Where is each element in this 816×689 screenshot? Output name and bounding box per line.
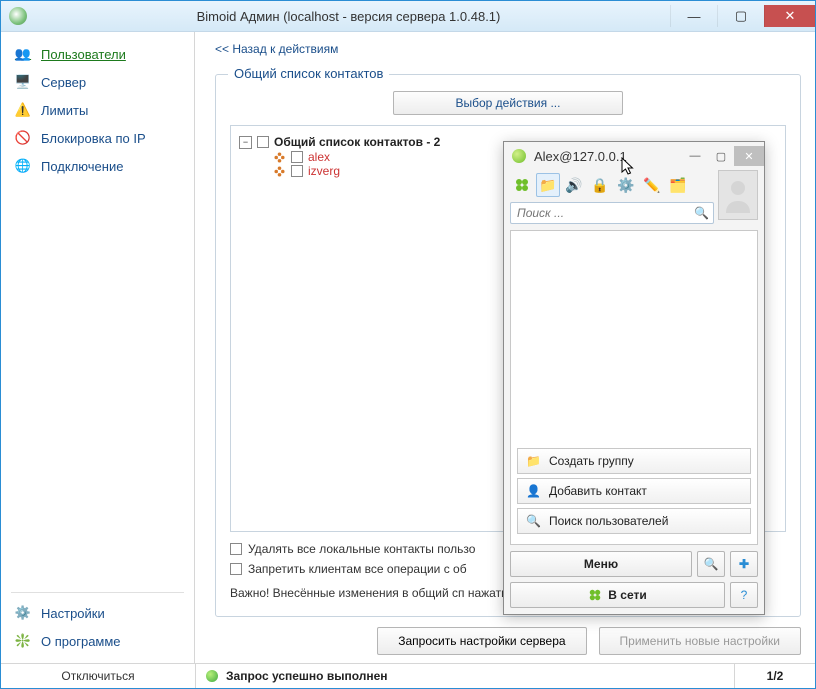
create-group-button[interactable]: 📁 Создать группу: [517, 448, 751, 474]
sidebar-divider: [11, 592, 184, 593]
disconnect-link[interactable]: Отключиться: [1, 664, 196, 688]
client-close-button[interactable]: ✕: [734, 146, 764, 166]
sidebar-main-group: 👥 Пользователи 🖥️ Сервер ⚠️ Лимиты 🚫 Бло…: [1, 40, 194, 586]
window-title: Bimoid Админ (localhost - версия сервера…: [27, 9, 670, 24]
client-bottom-bar: Меню 🔍 ✚ В сети ?: [504, 545, 764, 614]
statusbar: Отключиться Запрос успешно выполнен 1/2: [1, 663, 815, 688]
gear-icon: ⚙️: [15, 605, 31, 621]
tree-child-label: izverg: [308, 164, 340, 178]
apply-settings-button[interactable]: Применить новые настройки: [599, 627, 801, 655]
client-window: Alex@127.0.0.1 ― ▢ ✕ 📁 🔊 🔒 ⚙️ ✏️ 🗂️: [503, 141, 765, 615]
tree-child-label: alex: [308, 150, 330, 164]
titlebar[interactable]: Bimoid Админ (localhost - версия сервера…: [1, 1, 815, 32]
flower-icon: [273, 151, 286, 164]
contact-empty-space: [511, 231, 757, 442]
client-search-box[interactable]: 🔍: [510, 202, 714, 224]
checkbox[interactable]: [230, 543, 242, 555]
check-label: Удалять все локальные контакты пользо: [248, 542, 475, 556]
online-status-icon: [512, 149, 526, 163]
client-minimize-button[interactable]: ―: [682, 146, 708, 166]
sidebar-item-connection[interactable]: 🌐 Подключение: [1, 152, 194, 180]
block-icon: 🚫: [15, 130, 31, 146]
collapse-icon[interactable]: −: [239, 136, 252, 149]
child-checkbox[interactable]: [291, 165, 303, 177]
add-contact-button[interactable]: 👤 Добавить контакт: [517, 478, 751, 504]
user-plus-icon: 👤: [526, 484, 541, 498]
menu-button[interactable]: Меню: [510, 551, 692, 577]
check-label: Запретить клиентам все операции с об: [248, 562, 467, 576]
privacy-button[interactable]: 🔍: [697, 551, 725, 577]
child-checkbox[interactable]: [291, 151, 303, 163]
folder-plus-icon: 📁: [526, 454, 541, 468]
toolbar-gear-icon[interactable]: ⚙️: [614, 173, 638, 197]
client-toolbar-wrap: 📁 🔊 🔒 ⚙️ ✏️ 🗂️ 🔍: [504, 170, 764, 230]
sidebar-item-users[interactable]: 👥 Пользователи: [1, 40, 194, 68]
server-icon: 🖥️: [15, 74, 31, 90]
toolbar-windows-icon[interactable]: 🗂️: [666, 173, 690, 197]
status-dot-icon: [206, 670, 218, 682]
sidebar: 👥 Пользователи 🖥️ Сервер ⚠️ Лимиты 🚫 Бло…: [1, 32, 195, 663]
client-contact-area[interactable]: 📁 Создать группу 👤 Добавить контакт 🔍 По…: [510, 230, 758, 545]
root-checkbox[interactable]: [257, 136, 269, 148]
status-button[interactable]: В сети: [510, 582, 725, 608]
window-buttons: ― ▢ ✕: [670, 5, 815, 27]
sidebar-item-label: Пользователи: [41, 47, 126, 62]
client-maximize-button[interactable]: ▢: [708, 146, 734, 166]
toolbar-folder-icon[interactable]: 📁: [536, 173, 560, 197]
bottom-buttons: Запросить настройки сервера Применить но…: [215, 627, 801, 655]
sidebar-item-ipblock[interactable]: 🚫 Блокировка по IP: [1, 124, 194, 152]
status-label: В сети: [608, 588, 646, 602]
sidebar-item-label: Блокировка по IP: [41, 131, 146, 146]
flower-icon: [273, 165, 286, 178]
maximize-button[interactable]: ▢: [717, 5, 764, 27]
sidebar-item-label: Сервер: [41, 75, 86, 90]
minimize-button[interactable]: ―: [670, 5, 717, 27]
request-settings-button[interactable]: Запросить настройки сервера: [377, 627, 586, 655]
globe-icon: 🌐: [15, 158, 31, 174]
search-users-button[interactable]: 🔍 Поиск пользователей: [517, 508, 751, 534]
help-button[interactable]: ?: [730, 582, 758, 608]
magnifier-icon: 🔍: [526, 514, 541, 528]
action-label: Добавить контакт: [549, 484, 647, 498]
choose-action-button[interactable]: Выбор действия ...: [393, 91, 623, 115]
close-button[interactable]: ✕: [764, 5, 815, 27]
info-icon: ❇️: [15, 633, 31, 649]
add-button[interactable]: ✚: [730, 551, 758, 577]
sidebar-item-label: Настройки: [41, 606, 105, 621]
back-link[interactable]: << Назад к действиям: [215, 42, 801, 56]
checkbox[interactable]: [230, 563, 242, 575]
client-action-list: 📁 Создать группу 👤 Добавить контакт 🔍 По…: [511, 442, 757, 544]
sidebar-item-label: Подключение: [41, 159, 123, 174]
toolbar-edit-icon[interactable]: ✏️: [640, 173, 664, 197]
sidebar-item-about[interactable]: ❇️ О программе: [1, 627, 194, 655]
sidebar-item-label: Лимиты: [41, 103, 88, 118]
sidebar-item-server[interactable]: 🖥️ Сервер: [1, 68, 194, 96]
action-label: Поиск пользователей: [549, 514, 668, 528]
sidebar-bottom-group: ⚙️ Настройки ❇️ О программе: [1, 599, 194, 655]
tree-root-label: Общий список контактов - 2: [274, 135, 440, 149]
page-indicator: 1/2: [734, 664, 815, 688]
sidebar-item-settings[interactable]: ⚙️ Настройки: [1, 599, 194, 627]
sidebar-item-limits[interactable]: ⚠️ Лимиты: [1, 96, 194, 124]
client-title: Alex@127.0.0.1: [534, 149, 682, 164]
client-window-buttons: ― ▢ ✕: [682, 146, 764, 166]
app-icon: [9, 7, 27, 25]
clover-icon: [588, 588, 602, 602]
admin-window: Bimoid Админ (localhost - версия сервера…: [0, 0, 816, 689]
status-message-area: Запрос успешно выполнен: [196, 669, 734, 683]
search-icon[interactable]: 🔍: [694, 206, 709, 220]
toolbar-clover-icon[interactable]: [510, 173, 534, 197]
warning-icon: ⚠️: [15, 102, 31, 118]
sidebar-item-label: О программе: [41, 634, 121, 649]
toolbar-sound-icon[interactable]: 🔊: [562, 173, 586, 197]
groupbox-title: Общий список контактов: [228, 66, 389, 81]
menu-label: Меню: [584, 557, 618, 571]
avatar-placeholder[interactable]: [718, 170, 758, 220]
status-message: Запрос успешно выполнен: [226, 669, 388, 683]
action-label: Создать группу: [549, 454, 634, 468]
client-search-input[interactable]: [515, 205, 694, 221]
toolbar-lock-icon[interactable]: 🔒: [588, 173, 612, 197]
client-titlebar[interactable]: Alex@127.0.0.1 ― ▢ ✕: [504, 142, 764, 170]
users-icon: 👥: [15, 46, 31, 62]
